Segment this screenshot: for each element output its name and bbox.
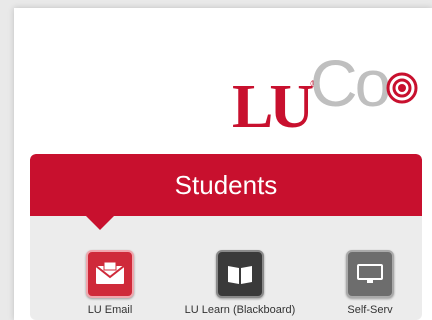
tile-label: LU Email <box>87 304 133 316</box>
tile-lu-email[interactable]: LU Email <box>50 250 170 316</box>
page-card: LU® Co Students LU Email LU Learn (Black… <box>14 8 432 320</box>
wifi-signal-icon <box>386 72 418 104</box>
tile-label: LU Learn (Blackboard) <box>184 304 296 316</box>
book-icon <box>216 250 264 298</box>
students-panel: Students LU Email LU Learn (Blackboard) <box>30 154 422 320</box>
envelope-icon <box>86 250 134 298</box>
monitor-icon <box>346 250 394 298</box>
tile-label: Self-Serv <box>347 304 393 316</box>
logo-connect-text: Co <box>310 46 391 120</box>
tile-lu-learn[interactable]: LU Learn (Blackboard) <box>180 250 300 316</box>
students-panel-header: Students <box>30 154 422 216</box>
panel-title: Students <box>174 170 278 200</box>
header-notch <box>86 216 114 230</box>
lu-connect-logo[interactable]: LU® Co <box>232 48 432 141</box>
logo-lu-text: LU® <box>232 73 318 141</box>
tile-self-serve[interactable]: Self-Serv <box>310 250 422 316</box>
